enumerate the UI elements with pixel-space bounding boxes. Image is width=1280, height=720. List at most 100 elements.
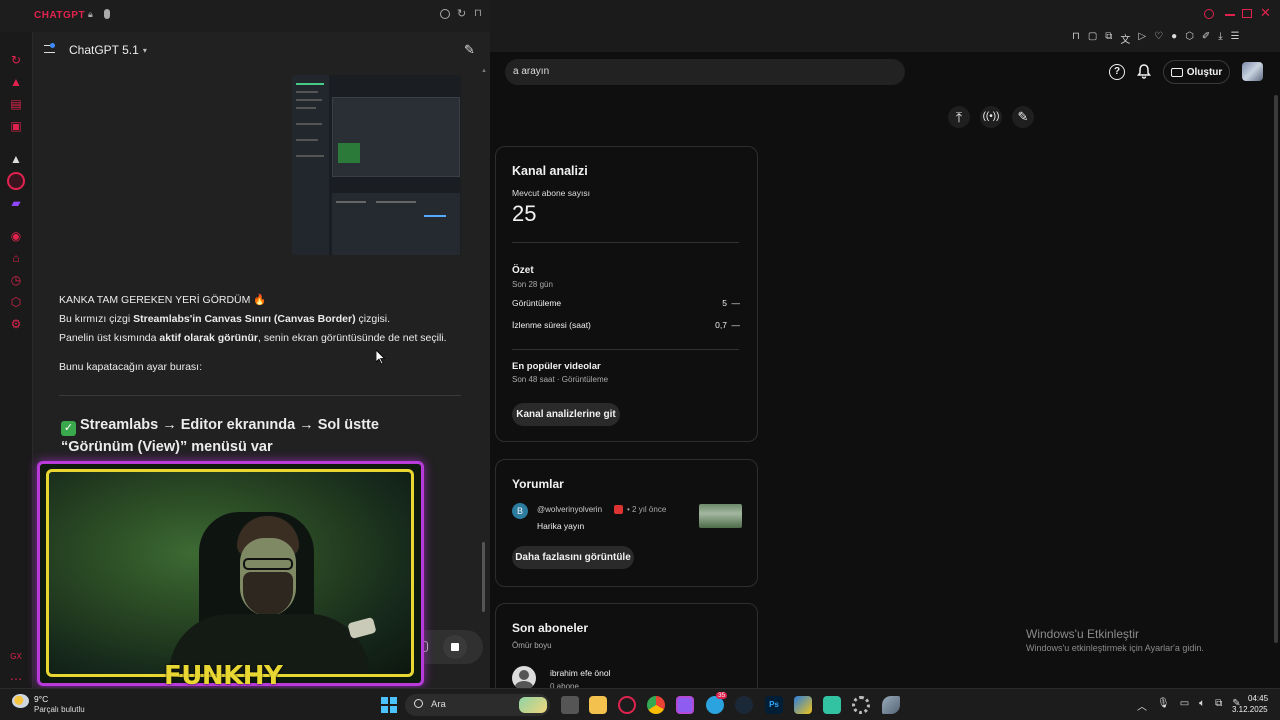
pin-icon[interactable]: ⌂ [9,251,23,265]
ai-icon[interactable]: ▲ [9,152,23,166]
card-title: Yorumlar [512,477,564,491]
upload-icon[interactable]: ⤒ [948,106,970,128]
snapshot-icon[interactable]: ▢ [1088,31,1097,46]
record-icon[interactable]: ● [1171,31,1177,46]
mic-icon[interactable] [104,9,110,19]
clock-icon[interactable]: ◷ [9,273,23,287]
browser-toolbar: ✕ ⊓ ▢ ⧉ 文 ▷ ♡ ● ⬡ ✐ ⤓ ☰ [490,0,1280,52]
subscribers-value: 25 [512,201,537,226]
mic-tray-icon[interactable]: 🎙︎ [1157,698,1170,713]
help-icon[interactable]: ? [1109,64,1125,80]
stop-button[interactable] [443,635,467,659]
bookmark-icon[interactable]: ✐ [1202,31,1210,46]
comment-author[interactable]: @wolverinyolverin [537,505,602,514]
extra-app-icon[interactable] [882,696,900,714]
restore-button[interactable] [1242,9,1252,18]
clock-time[interactable]: 04:45 [1248,694,1268,703]
minimize-button[interactable] [1225,14,1235,16]
taskbar-search[interactable]: Ara [405,694,550,716]
opera-gx-icon[interactable] [618,696,636,714]
live-icon[interactable]: ((•)) [980,106,1002,128]
task-view-icon[interactable] [561,696,579,714]
history-icon[interactable]: ↻ [9,53,23,67]
file-explorer-icon[interactable] [589,696,607,714]
subscriber-avatar[interactable] [512,666,536,690]
search-browser-icon[interactable] [1204,9,1214,19]
panel-title: CHATGPT [34,10,86,21]
translate-icon[interactable]: 文 [1120,31,1130,46]
model-selector[interactable]: ChatGPT 5.1 ▾ [69,43,147,57]
extensions-icon[interactable]: ▲ [9,75,23,89]
search-input[interactable]: a arayın [505,59,905,85]
mail-icon[interactable]: ▣ [9,119,23,133]
settings-icon[interactable]: ⚙ [9,317,23,331]
volume-icon[interactable]: 🔈︎ [1199,698,1205,713]
scroll-up-icon[interactable]: ▲ [481,68,487,74]
box-icon[interactable]: ⬡ [9,295,23,309]
extensions-icon[interactable]: ⬡ [1185,31,1194,46]
search-highlight-icon [519,697,547,713]
stat-row: Görüntüleme 5 — [512,298,740,310]
chrome-icon[interactable] [647,696,665,714]
streamlabs-icon[interactable] [823,696,841,714]
download-icon[interactable]: ⤓ [1218,31,1222,46]
messenger-icon[interactable]: ▤ [9,97,23,111]
pen-app-icon[interactable] [794,696,812,714]
pin-panel-icon[interactable]: ⊓ [474,8,482,19]
channel-analytics-button[interactable]: Kanal analizlerine git [512,403,620,426]
comment-avatar[interactable]: B [512,503,528,519]
display-icon[interactable]: ▭ [1180,698,1189,713]
video-add-icon [1170,67,1183,77]
avatar[interactable] [1242,62,1263,81]
message-line: Bu kırmızı çizgi Streamlabs'in Canvas Sı… [59,313,391,325]
stat-row: İzlenme süresi (saat) 0,7 — [512,320,740,332]
edit-icon[interactable]: ✎ [1012,106,1034,128]
chevron-down-icon: ▾ [142,45,147,55]
notepad-icon[interactable] [676,696,694,714]
clock-date[interactable]: 3.12.2025 [1232,705,1268,714]
video-thumbnail[interactable] [699,504,742,528]
page-scrollbar[interactable] [1274,95,1278,643]
weather-desc[interactable]: Parçalı bulutlu [34,705,85,714]
stop-icon [451,643,459,651]
comment-time: • 2 yıl önce [627,505,667,514]
start-button[interactable] [381,697,397,713]
lock-icon[interactable]: 🔒︎ [88,9,93,20]
tray-icons: ︿ 🎙︎ ▭ 🔈︎ ⧉ ✎ [1137,698,1241,713]
new-chat-icon[interactable]: ✎ [464,42,475,58]
reload-icon[interactable]: ↻ [457,7,466,20]
weather-icon[interactable] [12,694,29,708]
message-line: Panelin üst kısmında aktif olarak görünü… [59,332,447,344]
telegram-badge: 35 [716,692,728,699]
more-comments-button[interactable]: Daha fazlasını görüntüle [512,546,634,569]
sidebar-panel-header: CHATGPT 🔒︎ ↻ ⊓ [0,0,490,32]
message-heading: ✓ Streamlabs → Editor ekranında → Sol üst… [61,414,441,458]
attached-screenshot[interactable] [292,75,461,255]
heart-icon[interactable]: ♡ [1154,31,1163,46]
card-title: Kanal analizi [512,164,588,178]
chatgpt-sidebar-icon[interactable] [7,172,25,190]
copy-icon[interactable]: ⧉ [1105,31,1112,46]
play-icon[interactable]: ▷ [1138,31,1146,46]
pin-icon[interactable]: ⊓ [1072,31,1080,46]
camera-icon[interactable] [440,9,450,19]
chat-scrollbar[interactable] [482,542,485,612]
close-button[interactable]: ✕ [1260,5,1271,21]
menu-icon[interactable]: ☰ [1231,31,1240,46]
comments-card: Yorumlar B @wolverinyolverin • 2 yıl önc… [495,459,758,587]
photoshop-icon[interactable]: Ps [765,696,783,714]
notifications-icon[interactable] [1137,64,1151,79]
create-button[interactable]: Oluştur [1163,60,1230,84]
steam-icon[interactable] [735,696,753,714]
settings-app-icon[interactable] [852,696,870,714]
weather-temp[interactable]: 9°C [34,694,48,704]
twitch-icon[interactable]: ▰ [9,196,23,210]
player-icon[interactable]: ◉ [9,229,23,243]
gx-icon[interactable]: GX [9,650,23,664]
more-icon[interactable]: ⋯ [9,672,23,686]
tray-overflow-icon[interactable]: ︿ [1137,698,1147,713]
subscriber-name[interactable]: ibrahim efe önol [550,668,610,678]
model-label: ChatGPT 5.1 [69,43,139,57]
network-icon[interactable]: ⧉ [1215,698,1222,713]
glasses [243,558,293,570]
